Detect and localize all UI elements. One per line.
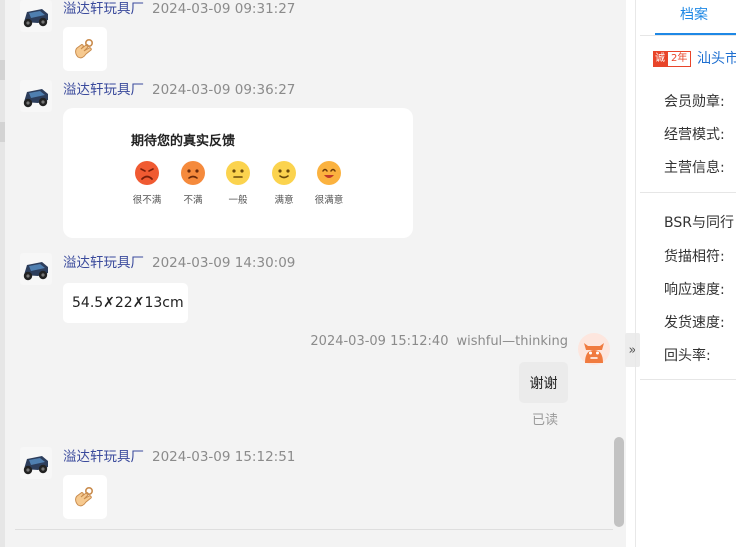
neutral-face-icon[interactable]	[225, 160, 251, 186]
ok-hand-icon	[75, 38, 94, 59]
my-name: wishful—thinking	[456, 334, 568, 349]
feedback-option-label: 一般	[228, 195, 248, 206]
my-message-bubble: 谢谢	[519, 362, 568, 403]
field-return-rate: 回头率:	[664, 348, 711, 364]
sender-avatar[interactable]	[20, 80, 52, 112]
message-header: 溢达轩玩具厂 2024-03-09 09:31:27	[63, 0, 295, 18]
message-header: 溢达轩玩具厂 2024-03-09 14:30:09	[63, 254, 295, 272]
feedback-option-label: 很不满	[132, 195, 162, 206]
feedback-card: 期待您的真实反馈 很不满 不满 一般 满意 很满意	[63, 108, 413, 238]
message-time: 2024-03-09 15:12:40	[310, 334, 449, 349]
ok-hand-icon	[75, 486, 94, 507]
left-edge-strip	[0, 0, 5, 547]
field-description-match: 货描相符:	[664, 249, 725, 265]
feedback-option-label: 很满意	[314, 195, 344, 206]
field-bsr-compare: BSR与同行	[664, 215, 734, 231]
section-divider	[640, 379, 736, 380]
panel-border	[635, 0, 636, 547]
very-satisfied-face-icon[interactable]	[316, 160, 342, 186]
tab-archive[interactable]: 档案	[655, 0, 736, 36]
strip-mark	[0, 122, 5, 142]
strip-mark	[0, 60, 5, 80]
feedback-option-label: 不满	[183, 195, 203, 206]
unsatisfied-face-icon[interactable]	[180, 160, 206, 186]
message-time: 2024-03-09 15:12:51	[152, 449, 296, 465]
collapse-panel-button[interactable]: »	[625, 333, 640, 367]
field-member-medal: 会员勋章:	[664, 94, 725, 110]
sender-name[interactable]: 溢达轩玩具厂	[63, 255, 144, 271]
chat-scrollbar-thumb[interactable]	[614, 437, 624, 527]
sender-name[interactable]: 溢达轩玩具厂	[63, 449, 144, 465]
feedback-card-title: 期待您的真实反馈	[131, 134, 236, 149]
message-time: 2024-03-09 09:31:27	[152, 1, 296, 17]
message-header: 溢达轩玩具厂 2024-03-09 15:12:51	[63, 448, 295, 466]
text-message-bubble: 54.5✗22✗13cm	[63, 283, 188, 323]
sender-avatar[interactable]	[20, 447, 52, 479]
my-message-header: 2024-03-09 15:12:40 wishful—thinking	[310, 333, 568, 351]
integrity-badge: 诚 2年	[653, 51, 692, 67]
emoji-bubble	[63, 475, 107, 519]
tab-row-divider	[640, 35, 736, 36]
feedback-option-label: 满意	[274, 195, 294, 206]
section-divider	[640, 192, 736, 193]
field-main-business: 主营信息:	[664, 160, 725, 176]
my-avatar[interactable]	[578, 333, 610, 365]
message-time: 2024-03-09 09:36:27	[152, 82, 296, 98]
app-window: 溢达轩玩具厂 2024-03-09 09:31:27 溢达轩玩具厂 2024-03-…	[0, 0, 736, 547]
sender-name[interactable]: 溢达轩玩具厂	[63, 82, 144, 98]
very-unsatisfied-face-icon[interactable]	[134, 160, 160, 186]
company-name-link[interactable]: 汕头市	[697, 48, 736, 68]
sender-avatar[interactable]	[20, 253, 52, 285]
integrity-badge-years: 2年	[667, 51, 692, 67]
message-header: 溢达轩玩具厂 2024-03-09 09:36:27	[63, 81, 295, 99]
integrity-badge-mark: 诚	[653, 51, 667, 67]
field-response-speed: 响应速度:	[664, 282, 725, 298]
satisfied-face-icon[interactable]	[271, 160, 297, 186]
chat-messages-area[interactable]: 溢达轩玩具厂 2024-03-09 09:31:27 溢达轩玩具厂 2024-03-…	[0, 0, 626, 547]
profile-panel: 档案 诚 2年 汕头市 会员勋章: 经营模式: 主营信息: BSR与同行 货描相…	[640, 0, 736, 547]
field-shipping-speed: 发货速度:	[664, 315, 725, 331]
field-business-mode: 经营模式:	[664, 127, 725, 143]
sender-avatar[interactable]	[20, 0, 52, 32]
read-status: 已读	[532, 413, 559, 428]
chat-input-divider	[15, 529, 613, 530]
message-time: 2024-03-09 14:30:09	[152, 255, 296, 271]
emoji-bubble	[63, 27, 107, 71]
sender-name[interactable]: 溢达轩玩具厂	[63, 1, 144, 17]
